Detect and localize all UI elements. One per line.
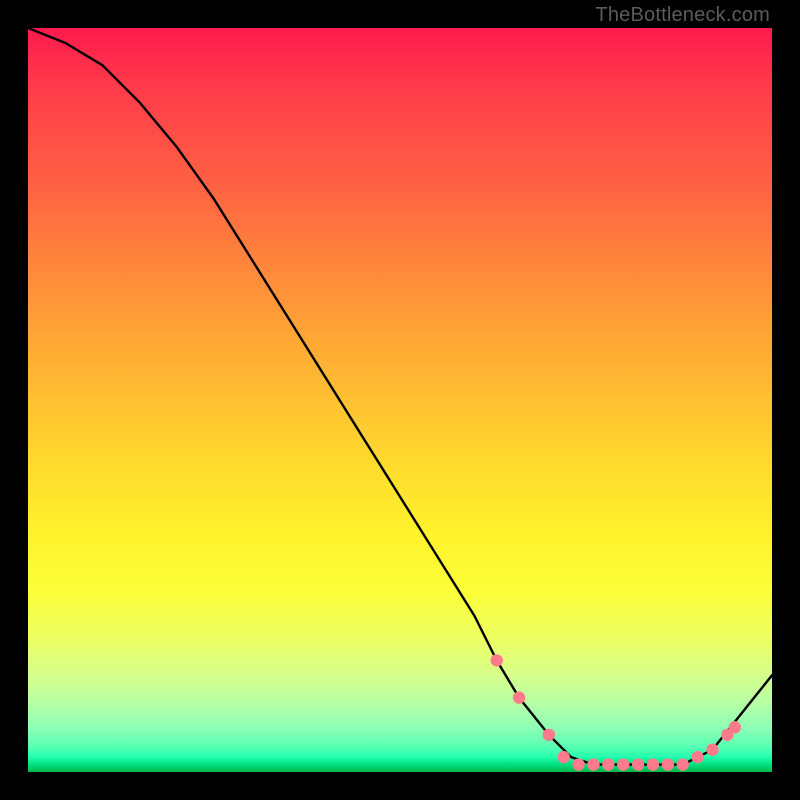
chart-frame: TheBottleneck.com	[0, 0, 800, 800]
plot-area	[28, 28, 772, 772]
attribution-label: TheBottleneck.com	[595, 4, 770, 27]
heatmap-background	[28, 28, 772, 772]
